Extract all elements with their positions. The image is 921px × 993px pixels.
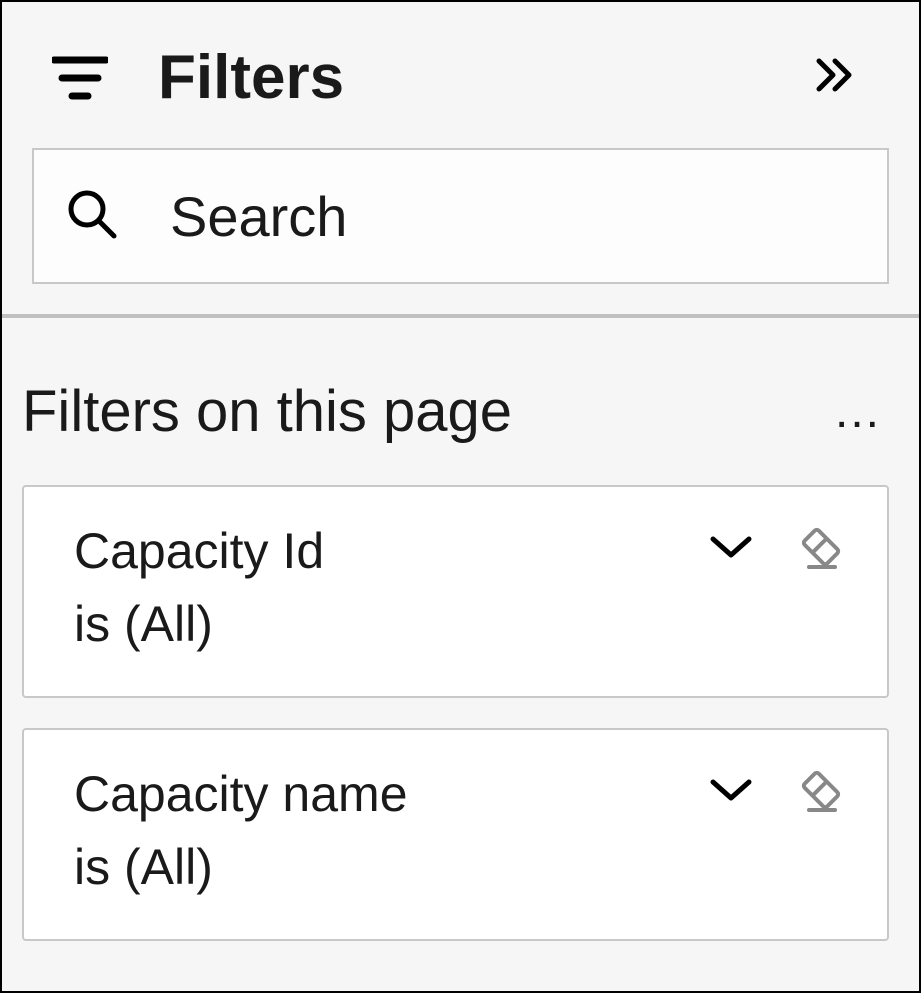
search-container <box>2 123 919 314</box>
filters-panel: Filters Filters on this page . <box>2 2 919 991</box>
more-options-button[interactable]: ... <box>827 390 889 434</box>
filter-card-actions <box>707 764 847 816</box>
clear-filter-button[interactable] <box>795 764 847 816</box>
eraser-icon <box>795 521 847 573</box>
filter-status: is (All) <box>74 831 707 904</box>
filters-on-page-section: Filters on this page ... Capacity Id is … <box>2 318 919 971</box>
filter-card-text: Capacity name is (All) <box>74 758 707 903</box>
search-icon <box>64 186 120 247</box>
chevron-down-icon <box>707 774 755 806</box>
filter-status: is (All) <box>74 588 707 661</box>
filter-card[interactable]: Capacity name is (All) <box>22 728 889 941</box>
chevron-down-icon <box>707 531 755 563</box>
search-input[interactable] <box>170 184 857 249</box>
filter-name: Capacity name <box>74 758 707 831</box>
panel-title: Filters <box>158 42 805 113</box>
search-box[interactable] <box>32 148 889 284</box>
filter-card-text: Capacity Id is (All) <box>74 515 707 660</box>
filter-card-actions <box>707 521 847 573</box>
expand-button[interactable] <box>707 774 755 806</box>
section-title: Filters on this page <box>22 378 827 445</box>
collapse-button[interactable] <box>805 43 869 112</box>
clear-filter-button[interactable] <box>795 521 847 573</box>
chevron-double-right-icon <box>813 51 861 104</box>
filters-header: Filters <box>2 2 919 123</box>
filter-name: Capacity Id <box>74 515 707 588</box>
expand-button[interactable] <box>707 531 755 563</box>
filter-icon <box>52 54 108 102</box>
section-header: Filters on this page ... <box>22 378 889 445</box>
eraser-icon <box>795 764 847 816</box>
filter-card[interactable]: Capacity Id is (All) <box>22 485 889 698</box>
